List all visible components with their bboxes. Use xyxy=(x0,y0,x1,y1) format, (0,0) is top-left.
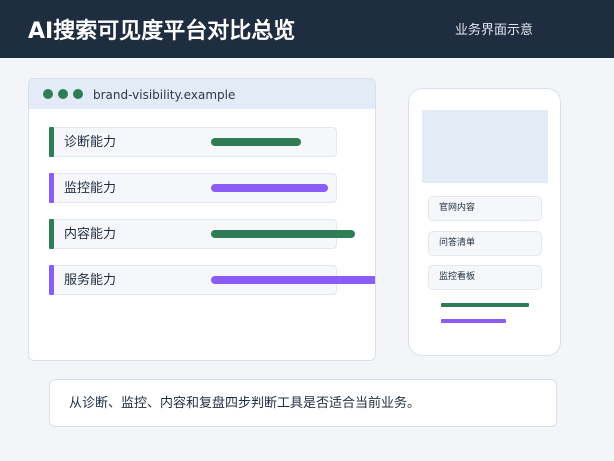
capability-bar xyxy=(211,276,375,284)
window-dot-icon xyxy=(58,89,68,99)
phone-mockup: 官网内容问答清单监控看板 xyxy=(408,88,561,356)
browser-url: brand-visibility.example xyxy=(93,88,236,102)
capability-row: 内容能力 xyxy=(49,219,355,249)
capability-bar-track xyxy=(211,276,375,284)
capability-accent xyxy=(49,127,54,157)
phone-list-item[interactable]: 官网内容 xyxy=(428,196,542,221)
phone-list-item[interactable]: 问答清单 xyxy=(428,231,542,256)
browser-address-bar: brand-visibility.example xyxy=(29,79,375,109)
capability-bar xyxy=(211,138,301,146)
capability-accent xyxy=(49,219,54,249)
capability-label: 内容能力 xyxy=(64,227,117,242)
summary-note-text: 从诊断、监控、内容和复盘四步判断工具是否适合当前业务。 xyxy=(69,396,421,411)
capability-bar-track xyxy=(211,184,375,192)
capability-bar-track xyxy=(211,230,375,238)
page-title: AI搜索可见度平台对比总览 xyxy=(28,19,296,44)
phone-list-item-label: 问答清单 xyxy=(439,238,476,248)
phone-list-item[interactable]: 监控看板 xyxy=(428,265,542,290)
phone-list-item-label: 监控看板 xyxy=(439,272,476,282)
phone-list-item-label: 官网内容 xyxy=(439,203,476,213)
capability-label: 服务能力 xyxy=(64,273,117,288)
capability-bar-track xyxy=(211,138,375,146)
phone-progress-line xyxy=(441,303,529,307)
header-banner: AI搜索可见度平台对比总览 业务界面示意 xyxy=(0,0,614,58)
capability-label: 监控能力 xyxy=(64,181,117,196)
capability-row: 监控能力 xyxy=(49,173,337,203)
capability-bar xyxy=(211,184,328,192)
phone-progress-line xyxy=(441,319,506,323)
window-dot-icon xyxy=(43,89,53,99)
window-dot-icon xyxy=(73,89,83,99)
capability-accent xyxy=(49,265,54,295)
summary-note: 从诊断、监控、内容和复盘四步判断工具是否适合当前业务。 xyxy=(49,379,557,427)
page-subtitle: 业务界面示意 xyxy=(455,23,534,38)
capability-accent xyxy=(49,173,54,203)
phone-hero-image xyxy=(422,110,548,183)
capability-row: 服务能力 xyxy=(49,265,375,295)
capability-row: 诊断能力 xyxy=(49,127,337,157)
browser-mockup: brand-visibility.example 诊断能力监控能力内容能力服务能… xyxy=(28,78,376,361)
capability-bar xyxy=(211,230,355,238)
capability-label: 诊断能力 xyxy=(64,135,117,150)
